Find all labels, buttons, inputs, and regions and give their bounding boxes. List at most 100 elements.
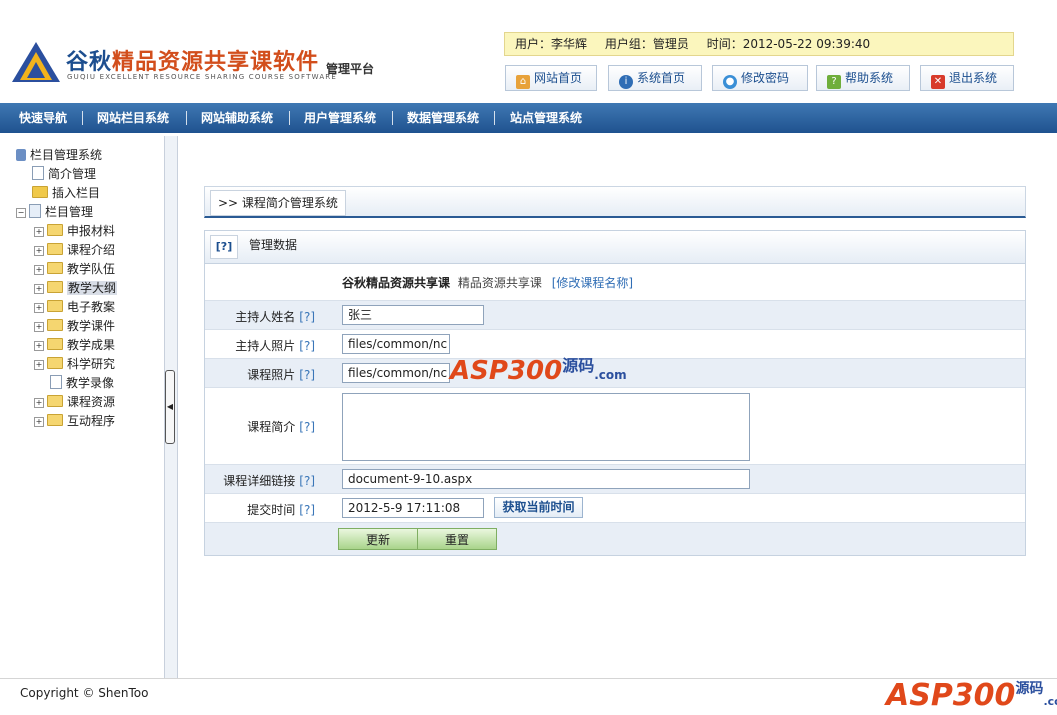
detail-link-input[interactable]: document-9-10.aspx [342, 469, 750, 489]
app-title: 谷秋精品资源共享课软件 [66, 50, 320, 75]
tree-item-manage[interactable]: − 栏目管理 [16, 203, 93, 221]
collapse-icon[interactable]: − [16, 208, 26, 218]
folder-icon [47, 224, 63, 236]
expand-icon[interactable]: + [34, 360, 44, 370]
site-home-button[interactable]: ⌂ 网站首页 [505, 65, 597, 91]
help-link[interactable]: [?] [299, 420, 315, 434]
tree-item[interactable]: + 课程介绍 [34, 241, 115, 259]
panel-title: 管理数据 [249, 238, 298, 252]
login-time: 时间：2012-05-22 09:39:40 [706, 37, 871, 51]
close-icon: ✕ [931, 75, 945, 89]
host-name-row: 主持人姓名 [?] 张三 [205, 301, 1025, 330]
copyright: Copyright © ShenToo [20, 686, 149, 700]
rename-course-link[interactable]: [修改课程名称] [552, 276, 633, 290]
watermark-center: ASP300源码.com [450, 356, 627, 386]
main-nav: 快速导航 网站栏目系统 网站辅助系统 用户管理系统 数据管理系统 站点管理系统 [0, 103, 1057, 133]
expand-icon[interactable]: + [34, 341, 44, 351]
help-link[interactable]: [?] [299, 503, 315, 517]
submit-time-row: 提交时间 [?] 2012-5-9 17:11:08 获取当前时间 [205, 494, 1025, 523]
course-type: 精品资源共享课 [457, 276, 542, 290]
submit-time-input[interactable]: 2012-5-9 17:11:08 [342, 498, 484, 518]
sidebar-tree: 栏目管理系统 简介管理 插入栏目 − 栏目管理 + 申报材料 + 课程介绍 + 教学队伍… [6, 136, 165, 678]
tree-item[interactable]: + 教学课件 [34, 317, 115, 335]
detail-link-label: 课程详细链接 [223, 474, 296, 488]
help-icon: ? [827, 75, 841, 89]
nav-site-auxiliary[interactable]: 网站辅助系统 [201, 103, 273, 133]
update-button[interactable]: 更新 [338, 528, 418, 550]
panel-header: [?] 管理数据 [205, 231, 1025, 264]
user-info-bar: 用户：李华辉 用户组：管理员 时间：2012-05-22 09:39:40 [504, 32, 1014, 56]
tree-item-intro[interactable]: 简介管理 [32, 165, 96, 183]
folder-icon [47, 281, 63, 293]
chevron-left-icon: ◀ [166, 402, 174, 411]
course-photo-input[interactable]: files/common/nc [342, 363, 450, 383]
nav-divider [186, 111, 187, 125]
tree-item[interactable]: + 申报材料 [34, 222, 115, 240]
expand-icon[interactable]: + [34, 398, 44, 408]
manage-panel: [?] 管理数据 谷秋精品资源共享课 精品资源共享课 [修改课程名称] 主持人姓… [204, 230, 1026, 556]
nav-divider [494, 111, 495, 125]
change-password-button[interactable]: ● 修改密码 [712, 65, 808, 91]
list-icon [29, 204, 41, 218]
breadcrumb-tab[interactable]: >> 课程简介管理系统 [210, 190, 346, 216]
nav-quick[interactable]: 快速导航 [19, 103, 67, 133]
tree-item[interactable]: + 课程资源 [34, 393, 115, 411]
tree-item[interactable]: + 科学研究 [34, 355, 115, 373]
folder-icon [47, 338, 63, 350]
submit-time-label: 提交时间 [247, 503, 296, 517]
folder-icon [47, 357, 63, 369]
expand-icon[interactable]: + [34, 322, 44, 332]
nav-site-management[interactable]: 站点管理系统 [510, 103, 582, 133]
pin-icon: ● [723, 75, 737, 89]
tree-item-selected[interactable]: + 教学大纲 [34, 279, 118, 297]
host-name-input[interactable]: 张三 [342, 305, 484, 325]
logout-button[interactable]: ✕ 退出系统 [920, 65, 1014, 91]
action-row: 更新 重置 [205, 523, 1025, 555]
course-intro-row: 课程简介 [?] [205, 388, 1025, 465]
nav-site-columns[interactable]: 网站栏目系统 [97, 103, 169, 133]
course-intro-label: 课程简介 [247, 420, 296, 434]
course-name: 谷秋精品资源共享课 [342, 276, 451, 290]
help-button[interactable]: [?] [210, 235, 238, 259]
tree-item[interactable]: + 教学成果 [34, 336, 115, 354]
help-link[interactable]: [?] [299, 368, 315, 382]
user-group: 用户组：管理员 [604, 37, 689, 51]
computer-icon [16, 149, 26, 161]
tree-item[interactable]: 教学录像 [50, 374, 114, 392]
reset-button[interactable]: 重置 [417, 528, 497, 550]
get-current-time-button[interactable]: 获取当前时间 [494, 497, 583, 518]
expand-icon[interactable]: + [34, 265, 44, 275]
tree-item[interactable]: + 互动程序 [34, 412, 115, 430]
page-icon [50, 375, 62, 389]
tree-root[interactable]: 栏目管理系统 [16, 146, 102, 164]
collapse-sidebar-handle[interactable]: ◀ [165, 370, 175, 444]
home-icon: ⌂ [516, 75, 530, 89]
folder-icon [47, 395, 63, 407]
tree-item[interactable]: + 教学队伍 [34, 260, 115, 278]
course-intro-textarea[interactable] [342, 393, 750, 461]
detail-link-row: 课程详细链接 [?] document-9-10.aspx [205, 465, 1025, 494]
folder-icon [47, 414, 63, 426]
expand-icon[interactable]: + [34, 246, 44, 256]
expand-icon[interactable]: + [34, 417, 44, 427]
expand-icon[interactable]: + [34, 227, 44, 237]
system-home-button[interactable]: i 系统首页 [608, 65, 702, 91]
tree-item[interactable]: + 电子教案 [34, 298, 115, 316]
host-name-label: 主持人姓名 [235, 310, 296, 324]
help-link[interactable]: [?] [299, 474, 315, 488]
page-icon [32, 166, 44, 180]
expand-icon[interactable]: + [34, 303, 44, 313]
host-photo-label: 主持人照片 [235, 339, 296, 353]
tree-item-insert[interactable]: 插入栏目 [32, 184, 100, 202]
help-link[interactable]: [?] [299, 339, 315, 353]
help-system-button[interactable]: ? 帮助系统 [816, 65, 910, 91]
nav-data-management[interactable]: 数据管理系统 [407, 103, 479, 133]
breadcrumb: >> 课程简介管理系统 [204, 186, 1026, 218]
nav-user-management[interactable]: 用户管理系统 [304, 103, 376, 133]
watermark-corner: ASP300源码.com [886, 678, 1057, 713]
add-folder-icon [32, 186, 48, 198]
host-photo-input[interactable]: files/common/nc [342, 334, 450, 354]
user-name: 用户：李华辉 [515, 37, 588, 51]
expand-icon[interactable]: + [34, 284, 44, 294]
help-link[interactable]: [?] [299, 310, 315, 324]
